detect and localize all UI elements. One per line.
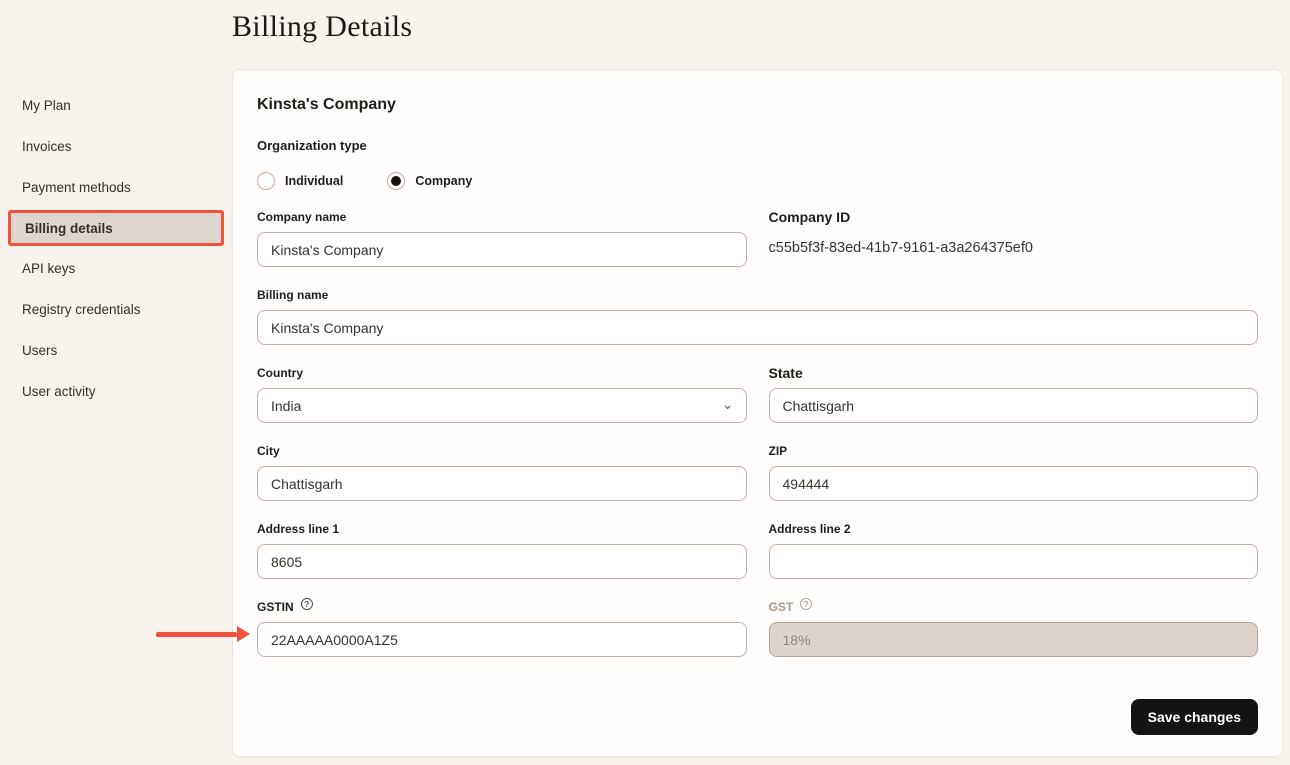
organization-type-group: Individual Company [257,172,1258,190]
address-line-1-input[interactable] [257,544,747,579]
radio-company[interactable]: Company [387,172,472,190]
save-changes-button[interactable]: Save changes [1131,699,1258,735]
zip-label: ZIP [769,444,1259,458]
sidebar-item-users[interactable]: Users [0,333,224,367]
sidebar-item-user-activity[interactable]: User activity [0,374,224,408]
zip-input[interactable] [769,466,1259,501]
sidebar-item-api-keys[interactable]: API keys [0,251,224,285]
gstin-label: GSTIN ? [257,600,747,614]
city-input[interactable] [257,466,747,501]
organization-type-label: Organization type [257,138,1258,153]
radio-company-label: Company [415,174,472,188]
help-icon[interactable]: ? [800,598,812,610]
sidebar-item-invoices[interactable]: Invoices [0,129,224,163]
radio-individual[interactable]: Individual [257,172,343,190]
arrow-head-icon [237,626,250,642]
help-icon[interactable]: ? [301,598,313,610]
company-name-label: Company name [257,210,747,224]
gst-label: GST ? [769,600,1259,614]
city-label: City [257,444,747,458]
sidebar: My Plan Invoices Payment methods Billing… [0,88,224,415]
page-title: Billing Details [232,10,412,44]
state-label: State [769,366,1259,380]
billing-name-label: Billing name [257,288,1258,302]
sidebar-item-my-plan[interactable]: My Plan [0,88,224,122]
billing-name-input[interactable] [257,310,1258,345]
company-id-label: Company ID [769,210,1259,224]
radio-circle-icon [257,172,275,190]
address-line-2-input[interactable] [769,544,1259,579]
arrow-line [156,632,237,637]
sidebar-item-billing-details[interactable]: Billing details [8,210,224,246]
billing-details-card: Kinsta's Company Organization type Indiv… [232,69,1283,757]
address-line-1-label: Address line 1 [257,522,747,536]
annotation-arrow [156,626,250,642]
country-label: Country [257,366,747,380]
gst-input [769,622,1259,657]
company-name-input[interactable] [257,232,747,267]
country-select[interactable] [257,388,747,423]
sidebar-item-registry-credentials[interactable]: Registry credentials [0,292,224,326]
radio-circle-icon [387,172,405,190]
radio-individual-label: Individual [285,174,343,188]
company-heading: Kinsta's Company [257,96,1258,114]
state-input[interactable] [769,388,1259,423]
company-id-value: c55b5f3f-83ed-41b7-9161-a3a264375ef0 [769,240,1259,256]
address-line-2-label: Address line 2 [769,522,1259,536]
sidebar-item-payment-methods[interactable]: Payment methods [0,170,224,204]
gstin-input[interactable] [257,622,747,657]
